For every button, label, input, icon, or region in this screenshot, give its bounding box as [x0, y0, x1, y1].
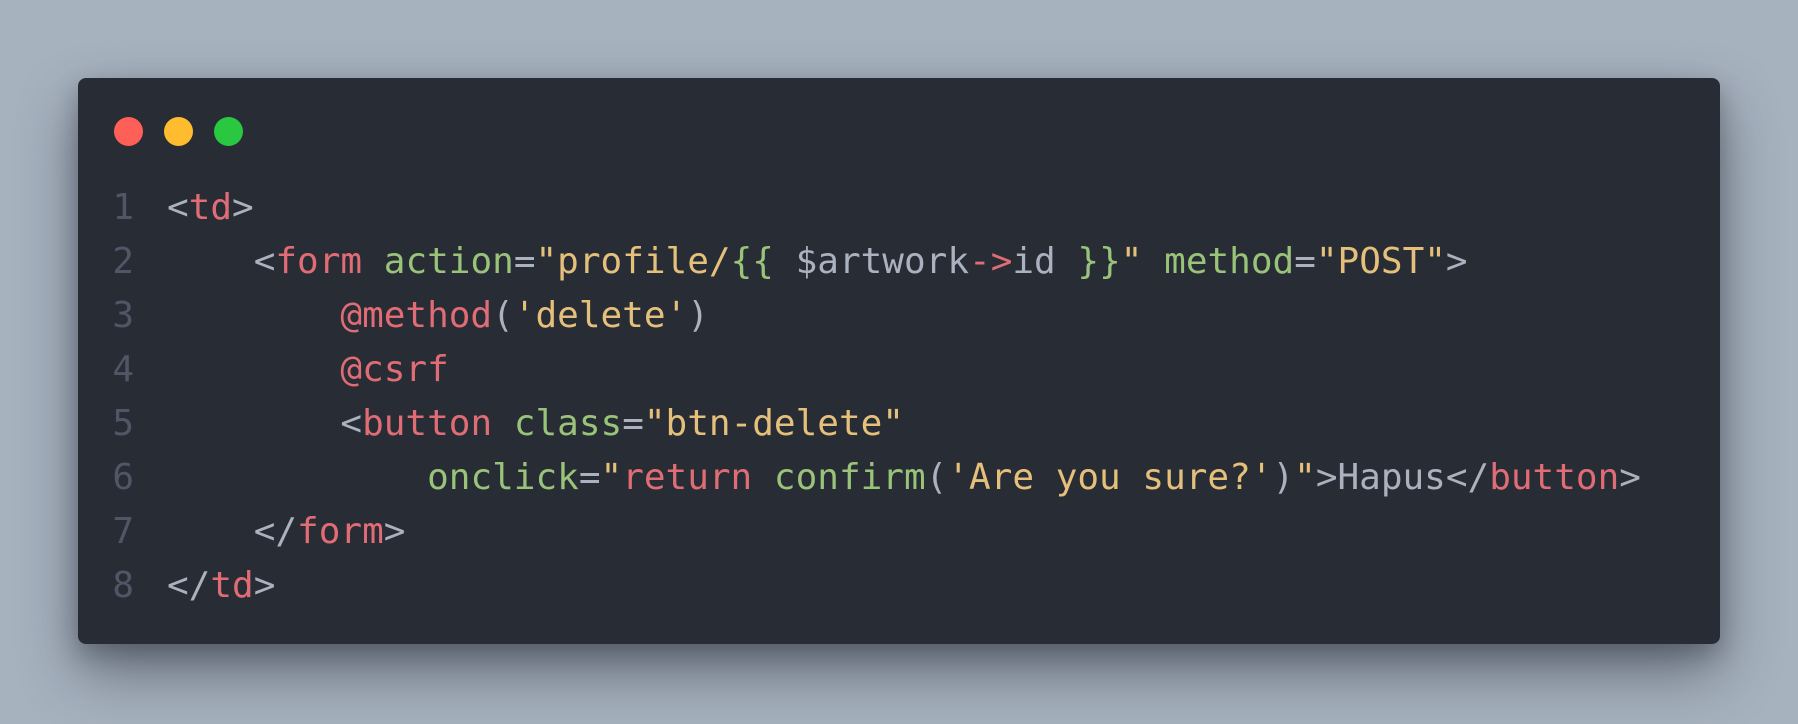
code-token: "profile/ — [535, 241, 731, 282]
code-text: @method('delete') — [167, 289, 709, 343]
code-token: " — [600, 457, 623, 498]
code-line: 6 onclick="return confirm('Are you sure?… — [78, 451, 1720, 505]
line-number: 4 — [112, 349, 134, 390]
code-token: "btn-delete" — [643, 403, 904, 444]
code-token: ( — [925, 457, 948, 498]
code-text: <td> — [167, 181, 254, 235]
code-token: </ — [167, 511, 298, 552]
code-token: action — [383, 241, 514, 282]
window-controls — [114, 117, 264, 146]
code-token: > — [253, 565, 276, 606]
code-token: < — [167, 187, 189, 228]
code-token: form — [275, 241, 363, 282]
code-line: 5 <button class="btn-delete" — [78, 397, 1720, 451]
code-token: form — [297, 511, 384, 552]
code-token: td — [188, 187, 233, 228]
code-token: td — [210, 565, 254, 606]
line-number: 5 — [112, 403, 134, 444]
code-token: = — [513, 241, 536, 282]
code-token: ) — [1272, 457, 1295, 498]
line-number: 8 — [112, 565, 134, 606]
code-line: 3 @method('delete') — [78, 289, 1720, 343]
code-line: 8 </td> — [78, 559, 1720, 613]
code-token: $artwork — [773, 241, 970, 282]
code-token: > — [1445, 241, 1468, 282]
code-token: @method — [340, 295, 493, 336]
code-token: method — [1164, 241, 1295, 282]
code-line: 7 </form> — [78, 505, 1720, 559]
code-token: @csrf — [340, 349, 449, 390]
code-token: < — [167, 403, 363, 444]
code-token: }} — [1077, 241, 1121, 282]
code-token: >Hapus</ — [1315, 457, 1490, 498]
code-token: class — [513, 403, 623, 444]
code-line: 2 <form action="profile/{{ $artwork->id … — [78, 235, 1720, 289]
code-token: > — [232, 187, 254, 228]
line-number: 7 — [112, 511, 134, 552]
code-token: id — [1012, 241, 1078, 282]
code-token: confirm — [773, 457, 926, 498]
code-token: ) — [687, 295, 709, 336]
code-token: > — [1619, 457, 1641, 498]
code-text: @csrf — [167, 343, 449, 397]
code-token: -> — [969, 241, 1013, 282]
line-number: 2 — [112, 241, 134, 282]
code-token: = — [622, 403, 644, 444]
code-token: < — [167, 241, 276, 282]
code-token: "POST" — [1315, 241, 1446, 282]
code-token: {{ — [730, 241, 774, 282]
line-number: 3 — [112, 295, 134, 336]
code-block: 1 <td> 2 <form action="profile/{{ $artwork… — [78, 181, 1720, 613]
code-token: = — [578, 457, 601, 498]
code-text: onclick="return confirm('Are you sure?')… — [167, 451, 1641, 505]
code-line: 1 <td> — [78, 181, 1720, 235]
code-token: = — [1294, 241, 1316, 282]
line-number: 1 — [112, 187, 134, 228]
code-token: ( — [492, 295, 514, 336]
maximize-button[interactable] — [214, 117, 243, 146]
code-window: 1 <td> 2 <form action="profile/{{ $artwork… — [78, 78, 1720, 644]
code-token: button — [362, 403, 493, 444]
code-text: </td> — [167, 559, 275, 613]
code-line: 4 @csrf — [78, 343, 1720, 397]
line-number: 6 — [112, 457, 134, 498]
code-text: <form action="profile/{{ $artwork->id }}… — [167, 235, 1468, 289]
code-token: button — [1489, 457, 1620, 498]
code-token: 'delete' — [513, 295, 688, 336]
code-token: onclick — [427, 457, 579, 498]
code-text: <button class="btn-delete" — [167, 397, 904, 451]
code-token: > — [383, 511, 406, 552]
close-button[interactable] — [114, 117, 143, 146]
code-token: return — [622, 457, 753, 498]
code-token: " — [1294, 457, 1316, 498]
code-text: </form> — [167, 505, 406, 559]
code-token: " — [1120, 241, 1143, 282]
code-token: </ — [167, 565, 211, 606]
minimize-button[interactable] — [164, 117, 193, 146]
code-token: 'Are you sure?' — [947, 457, 1273, 498]
